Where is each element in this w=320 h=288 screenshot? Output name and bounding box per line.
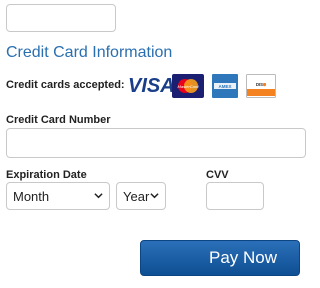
visa-logo-icon: VISA [128, 75, 175, 97]
section-title: Credit Card Information [6, 44, 173, 61]
svg-text:MasterCard: MasterCard [178, 84, 200, 89]
previous-field-input[interactable] [6, 4, 116, 32]
expiration-year-select[interactable]: Year [116, 182, 166, 210]
cvv-input[interactable] [206, 182, 264, 210]
expiration-month-select[interactable]: Month [6, 182, 110, 210]
cards-accepted-label: Credit cards accepted: [6, 79, 125, 91]
chevron-down-icon [150, 193, 159, 199]
month-select-value: Month [13, 188, 50, 204]
chevron-down-icon [94, 193, 103, 199]
card-number-label: Credit Card Number [6, 114, 111, 126]
svg-text:AMEX: AMEX [218, 84, 231, 89]
cvv-label: CVV [206, 169, 229, 181]
expiration-date-label: Expiration Date [6, 169, 87, 181]
mastercard-logo-icon: MasterCard [172, 74, 204, 98]
card-number-input[interactable] [6, 128, 306, 158]
amex-logo-icon: AMEX [212, 74, 238, 98]
pay-now-label: Pay Now [209, 248, 278, 267]
discover-logo-icon: DISC [246, 74, 276, 98]
year-select-value: Year [123, 188, 150, 204]
pay-now-button[interactable]: Pay Now [140, 240, 300, 276]
